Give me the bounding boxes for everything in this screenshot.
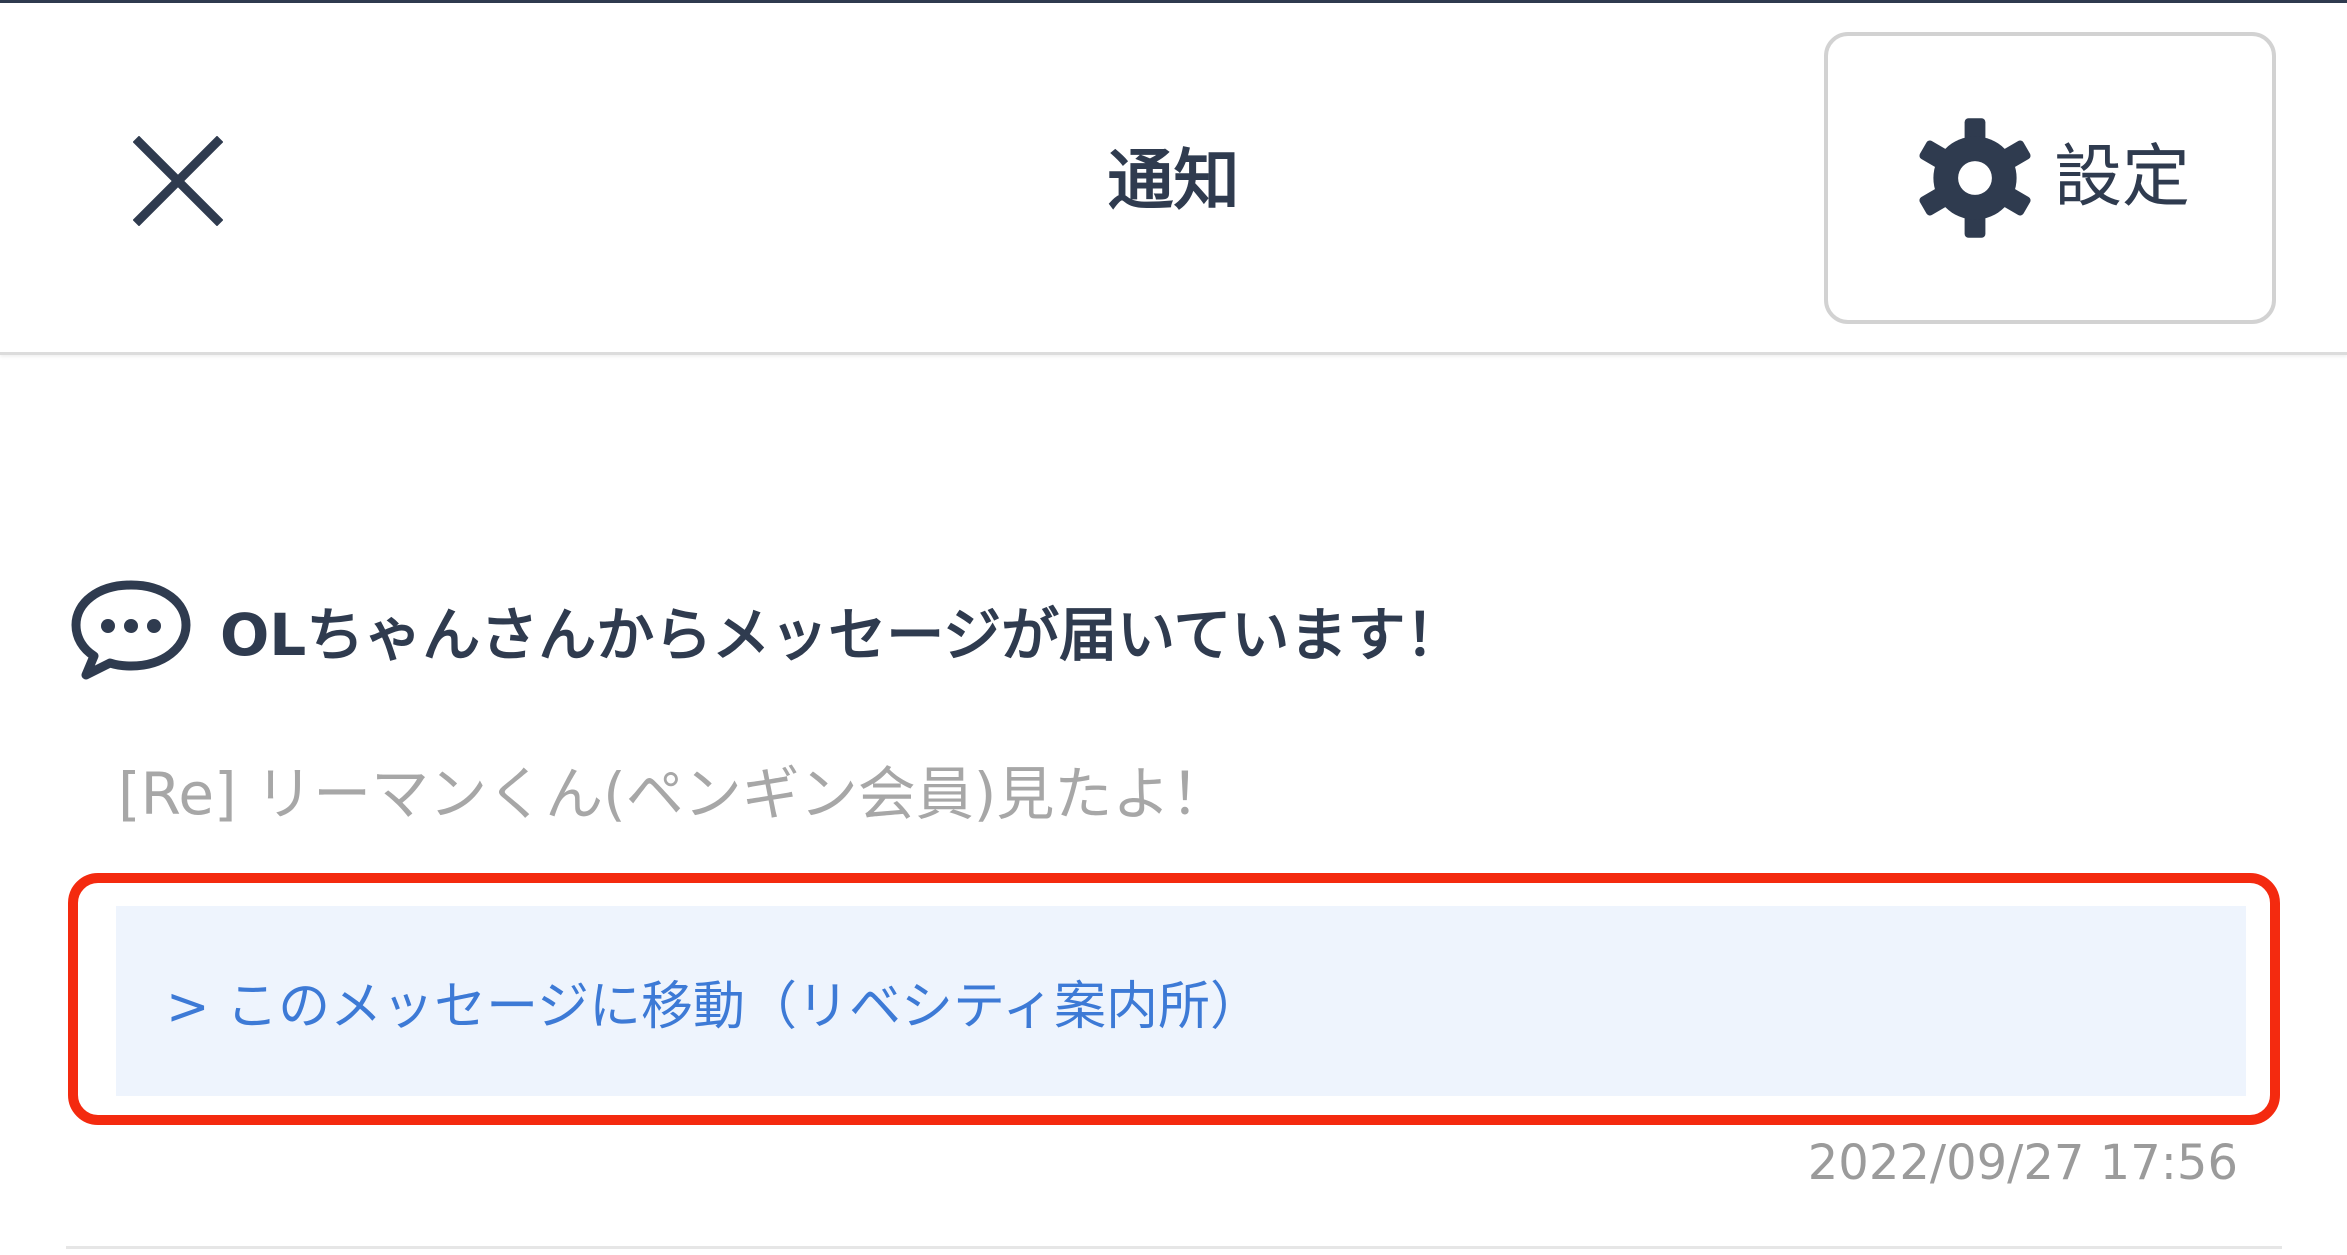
item-divider [66,1246,2282,1249]
settings-label: 設定 [2053,138,2190,217]
notification-title: OLちゃんさんからメッセージが届いています！ [220,601,1464,669]
go-to-message-label: > このメッセージに移動（リベシティ案内所） [166,976,1262,1037]
chat-bubble-icon [71,580,191,680]
notification-header: OLちゃんさんからメッセージが届いています！ [66,560,2282,700]
notification-item: OLちゃんさんからメッセージが届いています！ [Re] リーマンくん(ペンギン会… [66,560,2282,823]
gear-icon [1919,118,2031,238]
header: 通知 設定 [0,3,2347,355]
notification-body: [Re] リーマンくん(ペンギン会員)見たよ！ [118,760,1229,828]
settings-button[interactable]: 設定 [1824,32,2276,324]
go-to-message-link[interactable]: > このメッセージに移動（リベシティ案内所） [116,906,2246,1096]
notification-timestamp: 2022/09/27 17:56 [1807,1135,2238,1191]
